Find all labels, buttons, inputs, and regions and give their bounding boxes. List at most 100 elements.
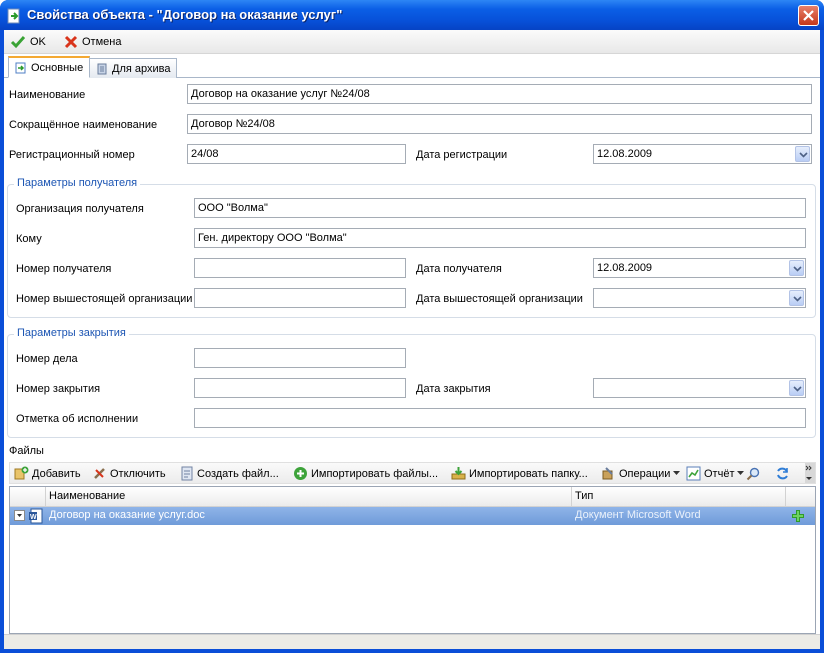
parent-org-number-field[interactable] <box>194 288 406 308</box>
toolbar-overflow-button[interactable] <box>805 463 815 483</box>
recipient-to-label: Кому <box>16 233 42 245</box>
checkmark-icon <box>10 36 26 49</box>
header-extra <box>786 487 815 507</box>
execution-mark-field[interactable] <box>194 408 806 428</box>
tab-main[interactable]: Основные <box>8 56 91 78</box>
report-icon <box>686 466 701 481</box>
recipient-to-field[interactable]: Ген. директору ООО "Волма" <box>194 228 806 248</box>
recipient-date-picker[interactable]: 12.08.2009 <box>593 258 806 278</box>
reg-date-value: 12.08.2009 <box>597 148 653 160</box>
reg-number-field[interactable]: 24/08 <box>187 144 406 164</box>
tab-archive[interactable]: Для архива <box>89 58 178 78</box>
create-file-label: Создать файл... <box>197 467 279 480</box>
chevron-down-icon <box>793 266 802 272</box>
report-menu-button[interactable]: Отчёт <box>686 465 745 482</box>
recipient-org-label: Организация получателя <box>16 203 144 215</box>
dialog-client-area: OK Отмена Основные Для архива Наименован… <box>4 30 820 649</box>
recipient-date-dropdown-button[interactable] <box>789 260 804 276</box>
import-files-icon <box>294 467 307 480</box>
ok-button[interactable]: OK <box>8 33 48 51</box>
closing-group-title: Параметры закрытия <box>14 327 129 339</box>
detach-icon <box>94 468 105 479</box>
close-icon <box>803 10 814 21</box>
column-header-type[interactable]: Тип <box>572 487 786 507</box>
short-name-field[interactable]: Договор №24/08 <box>187 114 812 134</box>
row-expand-toggle[interactable] <box>14 510 25 521</box>
reg-number-label: Регистрационный номер <box>9 149 135 161</box>
title-bar[interactable]: Свойства объекта - "Договор на оказание … <box>0 0 824 30</box>
cancel-button[interactable]: Отмена <box>62 33 123 51</box>
document-properties-icon <box>7 8 20 24</box>
name-field[interactable]: Договор на оказание услуг №24/08 <box>187 84 812 104</box>
operations-label: Операции <box>619 467 671 480</box>
case-number-label: Номер дела <box>16 353 78 365</box>
reg-date-label: Дата регистрации <box>416 149 508 161</box>
refresh-icon <box>777 467 788 480</box>
file-name-cell: Договор на оказание услуг.doc <box>49 509 205 521</box>
plus-icon <box>792 510 804 522</box>
recipient-group-title: Параметры получателя <box>14 177 141 189</box>
archive-icon <box>97 63 107 74</box>
operations-menu-button[interactable]: Операции <box>601 465 681 482</box>
files-grid[interactable]: Наименование Тип W Договор на оказание у… <box>9 486 816 634</box>
import-files-label: Импортировать файлы... <box>311 467 439 480</box>
add-file-label: Добавить <box>32 467 81 480</box>
chevron-down-icon <box>17 514 22 517</box>
row-add-button[interactable] <box>791 509 805 527</box>
add-icon <box>14 466 29 480</box>
dialog-toolbar: OK Отмена <box>4 30 820 54</box>
recipient-number-field[interactable] <box>194 258 406 278</box>
closing-date-picker[interactable] <box>593 378 806 398</box>
closing-date-dropdown-button[interactable] <box>789 380 804 396</box>
status-bar <box>4 634 820 649</box>
files-section-label: Файлы <box>9 445 44 457</box>
report-label: Отчёт <box>704 467 735 480</box>
closing-number-field[interactable] <box>194 378 406 398</box>
chevron-down-icon <box>793 296 802 302</box>
chevron-down-icon <box>793 386 802 392</box>
execution-mark-label: Отметка об исполнении <box>16 413 139 425</box>
ok-label: OK <box>30 36 46 48</box>
table-row[interactable]: W Договор на оказание услуг.doc Документ… <box>10 507 815 525</box>
parent-org-number-label: Номер вышестоящей организации <box>16 293 193 305</box>
chevron-down-icon <box>799 152 808 158</box>
word-document-icon: W <box>29 508 43 526</box>
recipient-date-value: 12.08.2009 <box>597 262 653 274</box>
parent-org-date-dropdown-button[interactable] <box>789 290 804 306</box>
reg-date-dropdown-button[interactable] <box>795 146 810 162</box>
parent-org-date-label: Дата вышестоящей организации <box>416 293 583 305</box>
create-file-button[interactable]: Создать файл... <box>181 465 279 482</box>
reg-date-picker[interactable]: 12.08.2009 <box>593 144 812 164</box>
recipient-number-label: Номер получателя <box>16 263 112 275</box>
refresh-button[interactable] <box>775 465 790 482</box>
header-spacer <box>10 487 46 507</box>
file-type-cell: Документ Microsoft Word <box>575 509 701 521</box>
import-folder-button[interactable]: Импортировать папку... <box>451 465 588 482</box>
add-file-button[interactable]: Добавить <box>14 465 81 482</box>
operations-icon <box>602 467 613 480</box>
case-number-field[interactable] <box>194 348 406 368</box>
tab-archive-label: Для архива <box>112 62 171 75</box>
chevron-down-icon <box>737 471 745 475</box>
svg-text:W: W <box>30 514 37 521</box>
import-files-button[interactable]: Импортировать файлы... <box>293 465 438 482</box>
cancel-icon <box>64 35 78 49</box>
parent-org-date-picker[interactable] <box>593 288 806 308</box>
page-icon <box>15 62 26 73</box>
cancel-label: Отмена <box>82 36 122 48</box>
overflow-chevron-icon <box>805 465 812 480</box>
short-name-label: Сокращённое наименование <box>9 119 158 131</box>
search-button[interactable] <box>746 465 760 482</box>
search-icon <box>746 467 760 480</box>
import-folder-label: Импортировать папку... <box>469 467 588 480</box>
files-toolbar: Добавить Отключить Создать файл... Импор… <box>9 462 816 484</box>
closing-number-label: Номер закрытия <box>16 383 101 395</box>
close-button[interactable] <box>798 5 819 26</box>
recipient-org-field[interactable]: ООО "Волма" <box>194 198 806 218</box>
detach-file-button[interactable]: Отключить <box>92 465 166 482</box>
files-grid-header: Наименование Тип <box>10 487 815 507</box>
import-folder-icon <box>451 467 466 480</box>
column-header-name[interactable]: Наименование <box>46 487 572 507</box>
window-title: Свойства объекта - "Договор на оказание … <box>27 7 343 22</box>
new-file-icon <box>181 466 193 481</box>
